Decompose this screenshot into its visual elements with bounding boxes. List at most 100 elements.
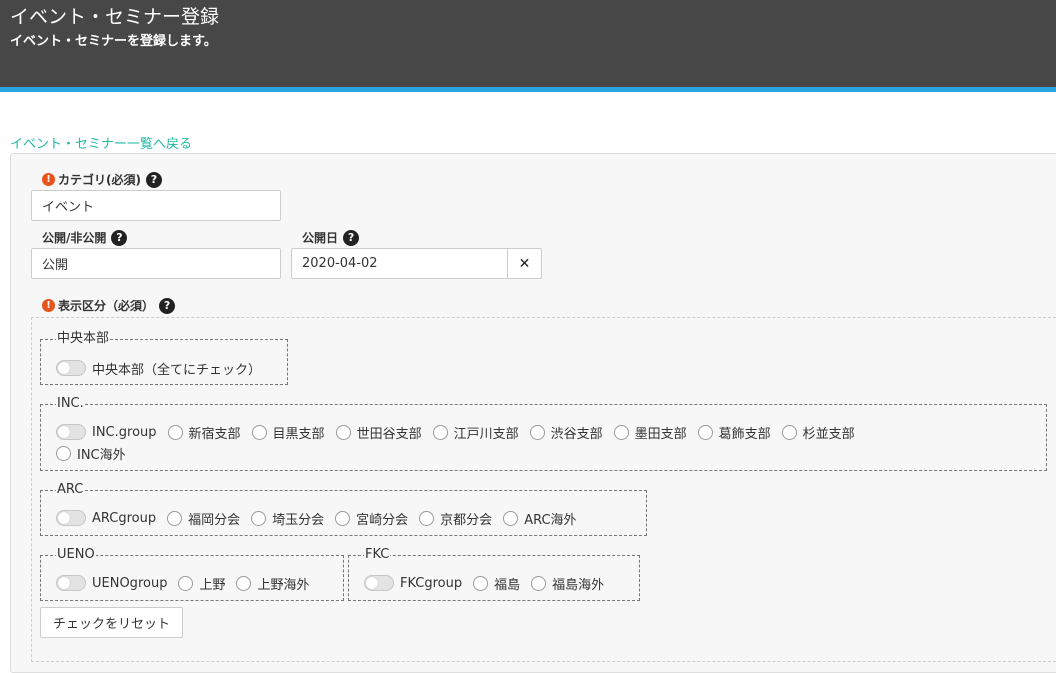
reset-checks-button[interactable]: チェックをリセット — [40, 607, 184, 638]
inc-option-katsushika[interactable]: 葛飾支部 — [697, 422, 771, 442]
arc-option-miyazaki[interactable]: 宮崎分会 — [335, 508, 408, 528]
radio-button[interactable] — [178, 575, 194, 591]
radio-button[interactable] — [236, 575, 252, 591]
inc-option-overseas[interactable]: INC海外 — [56, 443, 126, 463]
radio-button[interactable] — [251, 424, 267, 440]
radio-button[interactable] — [251, 510, 267, 526]
fkc-option-fukushima[interactable]: 福島 — [473, 573, 520, 593]
arc-option-saitama[interactable]: 埼玉分会 — [251, 508, 324, 528]
inc-option-edogawa[interactable]: 江戸川支部 — [432, 422, 519, 442]
group-fkc-options: FKCgroup 福島 福島海外 — [364, 573, 615, 593]
help-icon[interactable]: ? — [111, 229, 128, 246]
display-section-label: ! 表示区分（必須） ? — [42, 297, 176, 314]
option-label: ARC海外 — [524, 512, 577, 528]
inc-option-shinjuku[interactable]: 新宿支部 — [167, 422, 241, 442]
option-label: 福島 — [494, 577, 521, 593]
radio-button[interactable] — [56, 445, 71, 461]
page-title: イベント・セミナー登録 — [10, 6, 220, 28]
radio-button[interactable] — [531, 575, 547, 591]
toggle-switch[interactable] — [56, 575, 86, 591]
category-label-text: カテゴリ(必須) — [58, 173, 141, 187]
option-label: 葛飾支部 — [718, 426, 771, 442]
fkc-group-toggle[interactable]: FKCgroup — [364, 573, 462, 593]
arc-option-fukuoka[interactable]: 福岡分会 — [167, 508, 240, 528]
inc-option-meguro[interactable]: 目黒支部 — [251, 422, 325, 442]
help-icon[interactable]: ? — [343, 229, 360, 246]
form-panel: ! カテゴリ(必須) ? 公開/非公開 ? 公開日 ? ✕ ! 表示区分（必須）… — [10, 153, 1056, 673]
inc-option-shibuya[interactable]: 渋谷支部 — [529, 422, 603, 442]
group-ueno-options: UENOgroup 上野 上野海外 — [56, 573, 320, 593]
radio-button[interactable] — [419, 510, 435, 526]
toggle-switch[interactable] — [56, 360, 86, 376]
option-label: 墨田支部 — [634, 426, 687, 442]
visibility-field[interactable] — [31, 248, 281, 279]
display-section-label-text: 表示区分（必須） — [58, 299, 155, 313]
header-accent-bar — [0, 87, 1056, 92]
ueno-option-ueno[interactable]: 上野 — [178, 573, 225, 593]
group-arc-options: ARCgroup 福岡分会 埼玉分会 宮崎分会 京都分会 ARC海外 — [56, 508, 588, 528]
chuo-all-label: 中央本部（全てにチェック） — [92, 362, 262, 378]
category-field[interactable] — [31, 190, 281, 221]
help-icon[interactable]: ? — [145, 171, 162, 188]
option-label: 上野海外 — [257, 577, 310, 593]
clear-date-button[interactable]: ✕ — [507, 248, 542, 279]
radio-button[interactable] — [503, 510, 519, 526]
fkc-option-overseas[interactable]: 福島海外 — [531, 573, 604, 593]
inc-option-sumida[interactable]: 墨田支部 — [613, 422, 687, 442]
option-label: INC海外 — [77, 447, 126, 463]
ueno-group-label: UENOgroup — [92, 575, 168, 591]
group-chuo-options: 中央本部（全てにチェック） — [56, 358, 272, 378]
group-inc-options: INC.group 新宿支部 目黒支部 世田谷支部 江戸川支部 渋谷支部 墨田支… — [56, 422, 1016, 442]
publish-date-label: 公開日 ? — [302, 229, 360, 246]
radio-button[interactable] — [167, 510, 183, 526]
arc-option-kyoto[interactable]: 京都分会 — [419, 508, 492, 528]
radio-button[interactable] — [529, 424, 545, 440]
required-icon: ! — [42, 299, 55, 312]
radio-button[interactable] — [781, 424, 797, 440]
help-icon[interactable]: ? — [159, 297, 176, 314]
group-ueno-legend: UENO — [57, 547, 95, 562]
publish-date-field[interactable] — [291, 248, 508, 279]
group-arc-legend: ARC — [57, 482, 84, 497]
option-label: 埼玉分会 — [272, 512, 325, 528]
visibility-label: 公開/非公開 ? — [42, 229, 128, 246]
toggle-switch[interactable] — [364, 575, 394, 591]
radio-button[interactable] — [473, 575, 489, 591]
arc-option-overseas[interactable]: ARC海外 — [503, 508, 577, 528]
radio-button[interactable] — [335, 424, 351, 440]
publish-date-label-text: 公開日 — [302, 231, 339, 245]
close-icon: ✕ — [518, 255, 531, 272]
inc-group-label: INC.group — [92, 424, 157, 440]
option-label: 京都分会 — [440, 512, 493, 528]
group-inc-options-row2: INC海外 — [56, 443, 137, 463]
page-subtitle: イベント・セミナーを登録します。 — [10, 34, 217, 49]
radio-button[interactable] — [697, 424, 713, 440]
chuo-all-toggle[interactable]: 中央本部（全てにチェック） — [56, 358, 261, 378]
toggle-switch[interactable] — [56, 510, 86, 526]
arc-group-toggle[interactable]: ARCgroup — [56, 508, 156, 528]
group-fkc-legend: FKC — [365, 547, 390, 562]
option-label: 福島海外 — [552, 577, 605, 593]
ueno-group-toggle[interactable]: UENOgroup — [56, 573, 167, 593]
category-label: ! カテゴリ(必須) ? — [42, 171, 162, 188]
option-label: 世田谷支部 — [356, 426, 422, 442]
option-label: 江戸川支部 — [453, 426, 519, 442]
ueno-option-overseas[interactable]: 上野海外 — [236, 573, 309, 593]
inc-option-suginami[interactable]: 杉並支部 — [781, 422, 855, 442]
back-to-list-link[interactable]: イベント・セミナー一覧へ戻る — [10, 133, 192, 152]
radio-button[interactable] — [613, 424, 629, 440]
radio-button[interactable] — [335, 510, 351, 526]
option-label: 目黒支部 — [272, 426, 325, 442]
fkc-group-label: FKCgroup — [400, 575, 463, 591]
group-inc-legend: INC. — [57, 396, 84, 411]
inc-option-setagaya[interactable]: 世田谷支部 — [335, 422, 422, 442]
radio-button[interactable] — [432, 424, 448, 440]
radio-button[interactable] — [167, 424, 183, 440]
option-label: 渋谷支部 — [550, 426, 603, 442]
toggle-switch[interactable] — [56, 424, 86, 440]
option-label: 上野 — [199, 577, 226, 593]
option-label: 新宿支部 — [188, 426, 241, 442]
group-chuo-legend: 中央本部 — [57, 331, 110, 346]
option-label: 杉並支部 — [802, 426, 855, 442]
inc-group-toggle[interactable]: INC.group — [56, 422, 157, 442]
